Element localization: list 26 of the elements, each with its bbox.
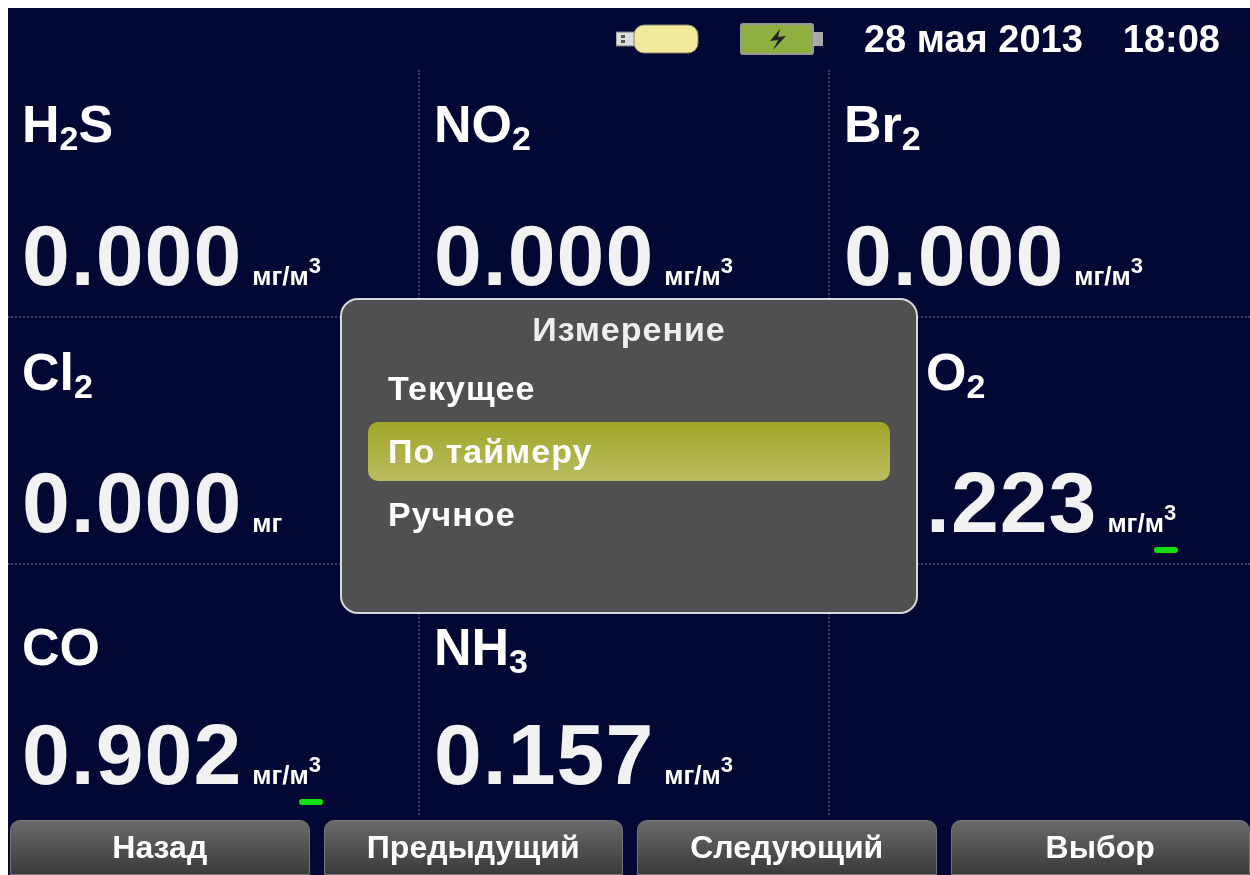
menu-item[interactable]: Ручное bbox=[368, 485, 890, 544]
dialog-title: Измерение bbox=[532, 310, 726, 349]
gas-name: NO$_{2}$ bbox=[434, 94, 531, 158]
softkey-button[interactable]: Предыдущий bbox=[323, 820, 623, 875]
date-text: 28 мая 2013 bbox=[863, 17, 1083, 61]
gas-value: .223 bbox=[926, 459, 1098, 545]
gas-value: 0.000 bbox=[434, 212, 655, 298]
time-text: 18:08 bbox=[1122, 17, 1220, 61]
gas-value: 0.000 bbox=[22, 212, 243, 298]
gas-name: Br$_{2}$ bbox=[844, 94, 921, 158]
softkey-button[interactable]: Следующий bbox=[637, 820, 937, 875]
softkey-button[interactable]: Выбор bbox=[950, 820, 1250, 875]
unit-label: мг bbox=[252, 508, 283, 538]
gas-name: Cl$_{2}$ bbox=[22, 342, 93, 406]
battery-charging-icon bbox=[739, 23, 824, 55]
usb-drive-icon bbox=[615, 24, 700, 54]
softkey-button[interactable]: Назад bbox=[10, 820, 310, 875]
gas-value: 0.157 bbox=[434, 711, 655, 797]
gas-name: CO bbox=[22, 617, 100, 677]
gas-value: 0.000 bbox=[22, 459, 243, 545]
gas-value: 0.902 bbox=[22, 711, 243, 797]
gas-name: O$_{2}$ bbox=[926, 342, 986, 406]
gas-value: 0.000 bbox=[844, 212, 1065, 298]
menu-item[interactable]: Текущее bbox=[368, 359, 890, 418]
gas-name: H$_{2}$S bbox=[22, 94, 114, 158]
gas-name: NH$_{3}$ bbox=[434, 617, 529, 681]
